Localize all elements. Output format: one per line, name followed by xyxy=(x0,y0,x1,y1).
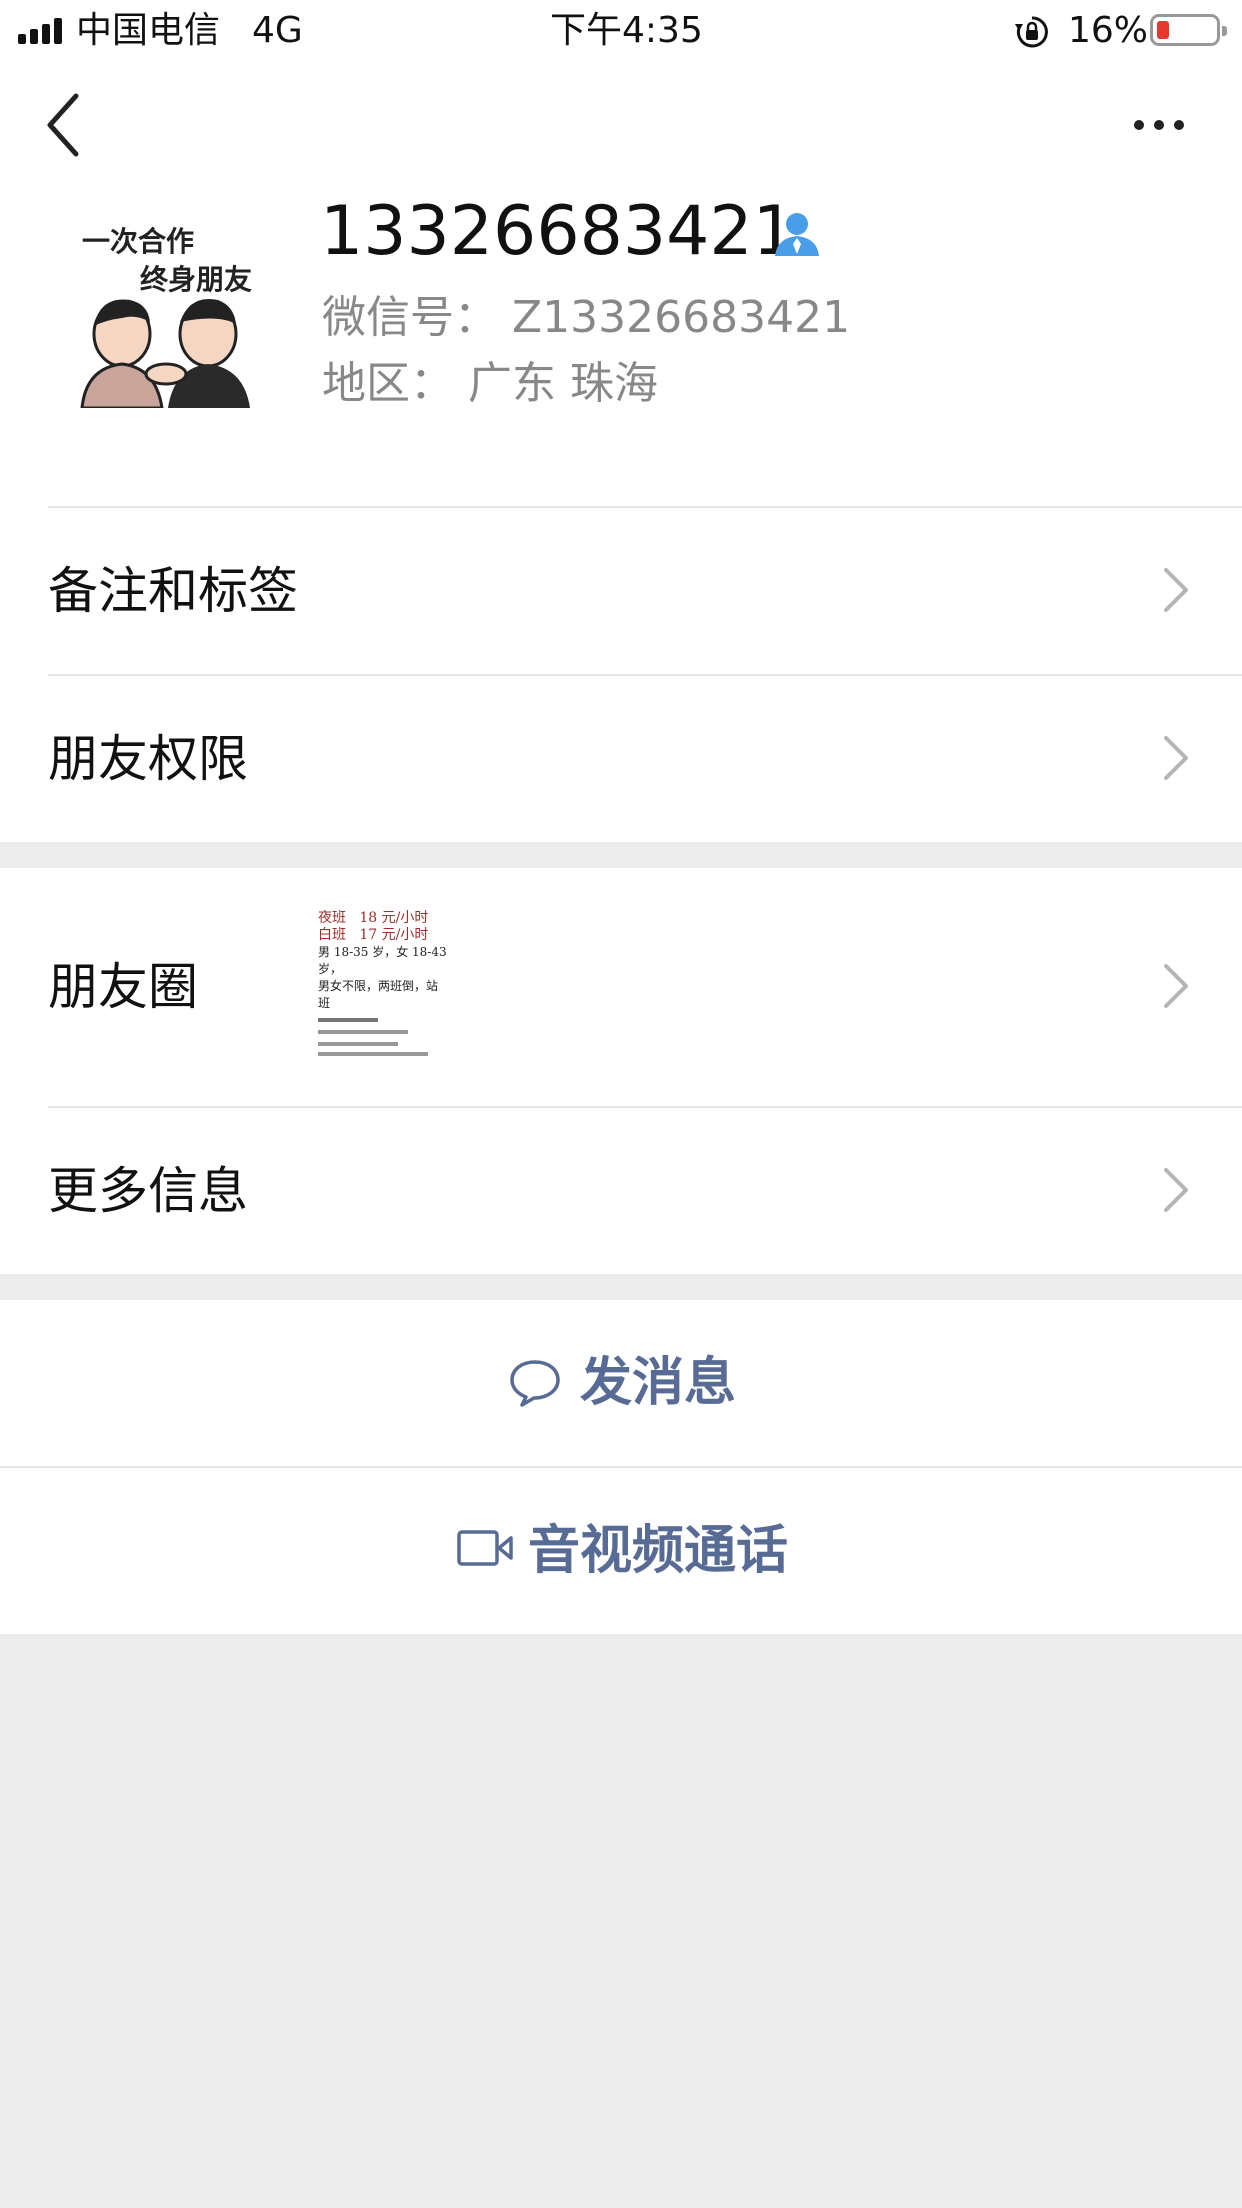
thumb-line3: 男 18-35 岁，女 18-43 岁， xyxy=(318,945,447,976)
wechat-id-label: 微信号： xyxy=(322,292,498,343)
chevron-right-icon xyxy=(1164,964,1188,1008)
more-dots-icon[interactable] xyxy=(1120,110,1200,140)
chevron-right-icon xyxy=(1164,568,1188,612)
video-camera-icon xyxy=(457,1530,513,1566)
row-label-more-info: 更多信息 xyxy=(48,1162,248,1220)
clock: 下午4:35 xyxy=(550,10,703,51)
avatar[interactable]: 一次合作 终身朋友 xyxy=(52,198,272,418)
thumb-day-label: 白班 xyxy=(318,927,346,943)
row-label-permissions: 朋友权限 xyxy=(48,730,248,788)
send-message-label: 发消息 xyxy=(580,1353,737,1413)
handshake-cartoon-icon xyxy=(80,298,250,408)
video-call-label: 音视频通话 xyxy=(528,1521,789,1581)
video-call-button[interactable]: 音视频通话 xyxy=(0,1468,1242,1634)
person-icon xyxy=(775,213,819,256)
back-chevron-icon[interactable] xyxy=(40,90,90,160)
row-friend-permissions[interactable]: 朋友权限 xyxy=(0,676,1242,842)
wechat-id-value: Z13326683421 xyxy=(512,292,851,343)
avatar-caption-1: 一次合作 xyxy=(82,225,195,258)
battery-icon xyxy=(1150,14,1227,46)
region-label: 地区： xyxy=(322,358,454,409)
profile-name: 13326683421 xyxy=(320,192,796,271)
thumb-night-rate: 18 元/小时 xyxy=(359,910,429,926)
avatar-caption-2: 终身朋友 xyxy=(140,263,253,296)
row-label-moments: 朋友圈 xyxy=(48,958,198,1016)
moments-thumbnail[interactable]: 夜班 18 元/小时 白班 17 元/小时 男 18-35 岁，女 18-43 … xyxy=(318,910,448,1062)
rotation-lock-icon xyxy=(1015,16,1048,48)
thumb-night-label: 夜班 xyxy=(318,910,346,926)
row-more-info[interactable]: 更多信息 xyxy=(0,1108,1242,1274)
signal-icon xyxy=(18,18,66,44)
row-label-remarks: 备注和标签 xyxy=(48,562,298,620)
region-line: 地区： 广东 珠海 xyxy=(322,354,658,414)
region-value: 广东 珠海 xyxy=(468,358,658,409)
thumb-fine-print xyxy=(318,1018,448,1062)
chevron-right-icon xyxy=(1164,1168,1188,1212)
row-moments[interactable]: 朋友圈 xyxy=(0,868,1242,1106)
status-bar: 中国电信 4G 下午4:35 16% xyxy=(0,0,1242,62)
chat-bubble-icon xyxy=(510,1360,560,1407)
carrier-label: 中国电信 xyxy=(76,10,221,51)
send-message-button[interactable]: 发消息 xyxy=(0,1300,1242,1466)
wechat-id-line: 微信号： Z13326683421 xyxy=(322,288,850,348)
thumb-line4: 男女不限，两班倒，站班 xyxy=(318,979,439,1010)
thumb-day-rate: 17 元/小时 xyxy=(359,927,429,943)
row-remarks-tags[interactable]: 备注和标签 xyxy=(0,508,1242,674)
chevron-right-icon xyxy=(1164,736,1188,780)
battery-percent: 16% xyxy=(1068,10,1149,51)
network-label: 4G xyxy=(252,10,303,51)
